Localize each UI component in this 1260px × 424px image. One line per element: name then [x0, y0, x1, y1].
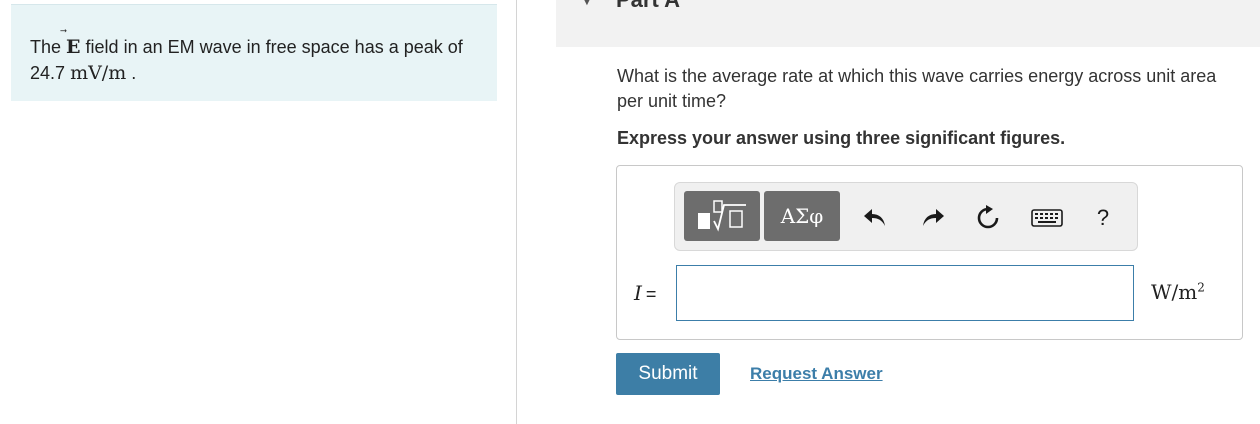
help-icon[interactable]: ?: [1088, 203, 1118, 233]
value-units: mV/m: [70, 62, 127, 84]
greek-symbols-button[interactable]: ΑΣφ: [764, 191, 840, 241]
submit-button[interactable]: Submit: [616, 353, 720, 395]
vector-letter: E: [66, 36, 81, 58]
instruction-text: Express your answer using three signific…: [617, 128, 1066, 148]
answer-input[interactable]: [676, 265, 1134, 321]
problem-text-end: .: [131, 63, 137, 83]
reset-icon[interactable]: [973, 203, 1003, 233]
e-vector-symbol: ⃗E: [66, 34, 80, 60]
math-toolbar: ΑΣφ ?: [674, 182, 1138, 251]
problem-text: The ⃗E field in an EM wave in free space…: [30, 34, 470, 86]
keyboard-icon[interactable]: [1029, 203, 1065, 233]
undo-icon[interactable]: [860, 203, 890, 233]
answer-box: ΑΣφ ? I = W/m2: [616, 165, 1243, 340]
unit-base: W/m: [1151, 280, 1198, 304]
variable-label: I =: [634, 281, 656, 305]
unit-exponent: 2: [1197, 280, 1205, 295]
problem-text-start: The: [30, 37, 62, 57]
request-answer-link[interactable]: Request Answer: [750, 364, 883, 384]
part-title: Part A: [616, 0, 680, 13]
unit-label: W/m2: [1151, 280, 1205, 304]
question-text: What is the average rate at which this w…: [617, 66, 1217, 111]
part-header[interactable]: ▼ Part A: [556, 0, 1260, 47]
panel-divider: [516, 0, 517, 424]
equals-sign: =: [645, 284, 657, 304]
redo-icon[interactable]: [918, 203, 948, 233]
variable-symbol: I: [634, 281, 642, 305]
chevron-down-icon[interactable]: ▼: [580, 0, 594, 8]
templates-button[interactable]: [684, 191, 760, 241]
templates-icon: [698, 200, 746, 232]
problem-statement-panel: The ⃗E field in an EM wave in free space…: [11, 4, 497, 101]
